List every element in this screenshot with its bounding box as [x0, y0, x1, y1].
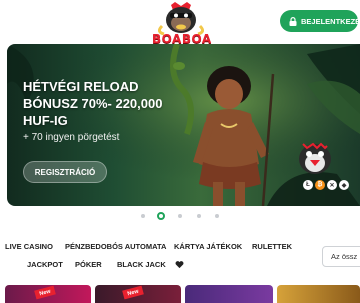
promo-title-line: HUF-IG	[23, 113, 68, 128]
category-poker[interactable]: PÓKER	[75, 260, 102, 269]
category-nav-row-1: LIVE CASINO PÉNZBEDOBÓS AUTOMATA KÁRTYA …	[0, 242, 360, 256]
boaboa-logo[interactable]: BOABOA	[152, 2, 212, 46]
category-jackpot[interactable]: JACKPOT	[27, 260, 63, 269]
game-tile[interactable]	[185, 285, 273, 303]
category-blackjack[interactable]: BLACK JACK	[117, 260, 166, 269]
category-slots[interactable]: PÉNZBEDOBÓS AUTOMATA	[65, 242, 166, 251]
promo-title-line: BÓNUSZ 70%- 220,000	[23, 96, 163, 111]
page: { "header": { "logo_text": "BOABOA", "lo…	[0, 0, 360, 303]
promo-title-line: HÉTVÉGI RELOAD	[23, 79, 139, 94]
heart-icon[interactable]	[175, 260, 184, 269]
carousel-dot[interactable]	[141, 214, 145, 218]
login-button[interactable]: BEJELENTKEZÉS	[280, 10, 360, 32]
carousel-dot[interactable]	[197, 214, 201, 218]
carousel-dot-active[interactable]	[157, 212, 165, 220]
litecoin-icon: Ł	[303, 180, 313, 190]
promo-banner[interactable]: HÉTVÉGI RELOAD BÓNUSZ 70%- 220,000 HUF-I…	[7, 44, 360, 206]
category-card-games[interactable]: KÁRTYA JÁTÉKOK	[174, 242, 242, 251]
promo-subtitle: + 70 ingyen pörgetést	[23, 132, 120, 143]
logo-wordmark: BOABOA	[152, 32, 212, 46]
carousel-dots	[0, 210, 360, 222]
carousel-dot[interactable]	[178, 214, 182, 218]
site-header: BOABOA BEJELENTKEZÉS	[0, 0, 360, 46]
register-button[interactable]: REGISZTRÁCIÓ	[23, 161, 107, 183]
new-badge: New	[122, 285, 144, 300]
login-label: BEJELENTKEZÉS	[301, 16, 360, 26]
new-badge: New	[34, 285, 56, 300]
game-tile[interactable]: New	[5, 285, 91, 303]
provider-filter-select[interactable]: Az össz	[322, 246, 360, 267]
ripple-icon: ✕	[327, 180, 337, 190]
category-nav-row-2: JACKPOT PÓKER BLACK JACK	[0, 260, 320, 274]
carousel-dot[interactable]	[215, 214, 219, 218]
bitcoin-icon: ₿	[315, 180, 325, 190]
category-roulette[interactable]: RULETTEK	[252, 242, 292, 251]
game-tiles: New New	[0, 285, 360, 303]
category-live-casino[interactable]: LIVE CASINO	[5, 242, 53, 251]
game-tile[interactable]	[277, 285, 360, 303]
payment-methods: Ł ₿ ✕ ◆	[303, 180, 349, 190]
lock-icon	[289, 16, 297, 26]
gorilla-mascot-icon	[157, 2, 205, 36]
game-tile[interactable]: New	[95, 285, 181, 303]
promo-title: HÉTVÉGI RELOAD BÓNUSZ 70%- 220,000 HUF-I…	[23, 78, 203, 129]
ethereum-icon: ◆	[339, 180, 349, 190]
